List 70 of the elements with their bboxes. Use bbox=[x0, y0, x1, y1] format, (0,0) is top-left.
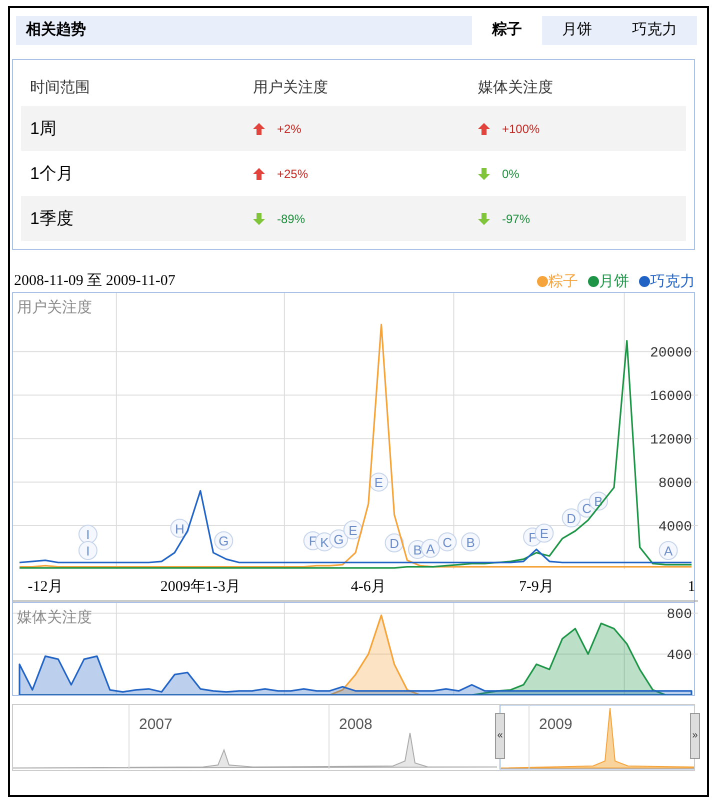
range-end-handle[interactable]: » bbox=[690, 713, 700, 759]
legend-label: 月饼 bbox=[599, 270, 629, 292]
range-start-handle[interactable]: « bbox=[495, 713, 505, 759]
annotation: A bbox=[426, 541, 436, 556]
annotation: G bbox=[334, 532, 344, 547]
annotation: K bbox=[320, 534, 330, 550]
axis-tick-label: 7-9月 bbox=[518, 579, 554, 595]
period-label: 1周 bbox=[30, 118, 58, 140]
event-marker[interactable]: D bbox=[384, 533, 404, 552]
event-marker[interactable]: A bbox=[420, 538, 440, 558]
change-value: -97% bbox=[502, 210, 530, 228]
date-range: 2008-11-09 至 2009-11-07 bbox=[14, 272, 176, 291]
axis-tick-label: 2009年1-3月 bbox=[160, 579, 240, 595]
change-value: +2% bbox=[277, 120, 302, 138]
chart-title: 用户关注度 bbox=[17, 299, 92, 316]
axis-tick-label: 400 bbox=[666, 648, 692, 664]
period-label: 1个月 bbox=[30, 162, 74, 185]
event-marker[interactable]: B bbox=[461, 532, 480, 552]
column-header: 用户关注度 bbox=[253, 78, 329, 98]
event-marker[interactable]: I bbox=[78, 524, 98, 544]
event-marker[interactable]: E bbox=[343, 520, 362, 540]
annotation: E bbox=[540, 526, 549, 542]
axis-tick-label: 4000 bbox=[658, 520, 692, 536]
keyword-tab[interactable]: 月饼 bbox=[542, 16, 612, 45]
legend-label: 粽子 bbox=[548, 270, 578, 292]
event-marker[interactable]: G bbox=[214, 531, 234, 550]
period-label: 1季度 bbox=[30, 208, 74, 230]
change-value: +100% bbox=[502, 120, 540, 138]
event-marker[interactable]: E bbox=[534, 524, 554, 543]
annotation: E bbox=[348, 522, 358, 538]
year-label: 2008 bbox=[339, 716, 372, 733]
axis-tick-label: 800 bbox=[666, 607, 692, 624]
annotation: B bbox=[413, 542, 422, 558]
annotation: A bbox=[664, 544, 673, 559]
year-label: 2007 bbox=[139, 716, 172, 733]
keyword-tab[interactable]: 巧克力 bbox=[612, 16, 697, 45]
annotation: I bbox=[86, 544, 90, 559]
legend-label: 巧克力 bbox=[650, 270, 695, 292]
change-value: -89% bbox=[277, 210, 306, 228]
axis-tick-label: 1 bbox=[688, 579, 696, 595]
axis-tick-label: 20000 bbox=[650, 346, 692, 362]
year-label: 2009 bbox=[539, 716, 572, 733]
column-header: 媒体关注度 bbox=[478, 78, 554, 98]
annotation: C bbox=[442, 534, 452, 550]
axis-tick-label: 4-6月 bbox=[350, 579, 386, 595]
event-marker[interactable]: E bbox=[369, 472, 388, 492]
panel-title: 相关趋势 bbox=[24, 20, 86, 40]
axis-tick-label: 8000 bbox=[658, 476, 692, 492]
annotation: G bbox=[218, 534, 229, 549]
annotation: F bbox=[528, 530, 537, 545]
event-marker[interactable]: I bbox=[78, 541, 98, 560]
event-marker[interactable]: A bbox=[658, 541, 678, 560]
chart-title: 媒体关注度 bbox=[17, 609, 92, 626]
event-marker[interactable]: C bbox=[438, 532, 457, 552]
keyword-tab[interactable]: 粽子 bbox=[472, 16, 542, 45]
annotation: F bbox=[308, 534, 317, 549]
column-header: 时间范围 bbox=[30, 78, 91, 98]
axis-tick-label: -12月 bbox=[28, 579, 63, 595]
event-marker[interactable]: D bbox=[562, 508, 581, 528]
annotation: H bbox=[175, 521, 184, 536]
annotation: D bbox=[390, 536, 399, 551]
axis-tick-label: 16000 bbox=[650, 389, 692, 406]
event-marker[interactable]: H bbox=[170, 518, 190, 538]
change-value: +25% bbox=[277, 166, 308, 182]
annotation: E bbox=[374, 475, 384, 490]
annotation: B bbox=[466, 534, 475, 550]
change-value: 0% bbox=[502, 166, 520, 182]
axis-tick-label: 12000 bbox=[650, 432, 692, 449]
annotation: I bbox=[86, 527, 90, 542]
annotation: D bbox=[566, 510, 576, 526]
